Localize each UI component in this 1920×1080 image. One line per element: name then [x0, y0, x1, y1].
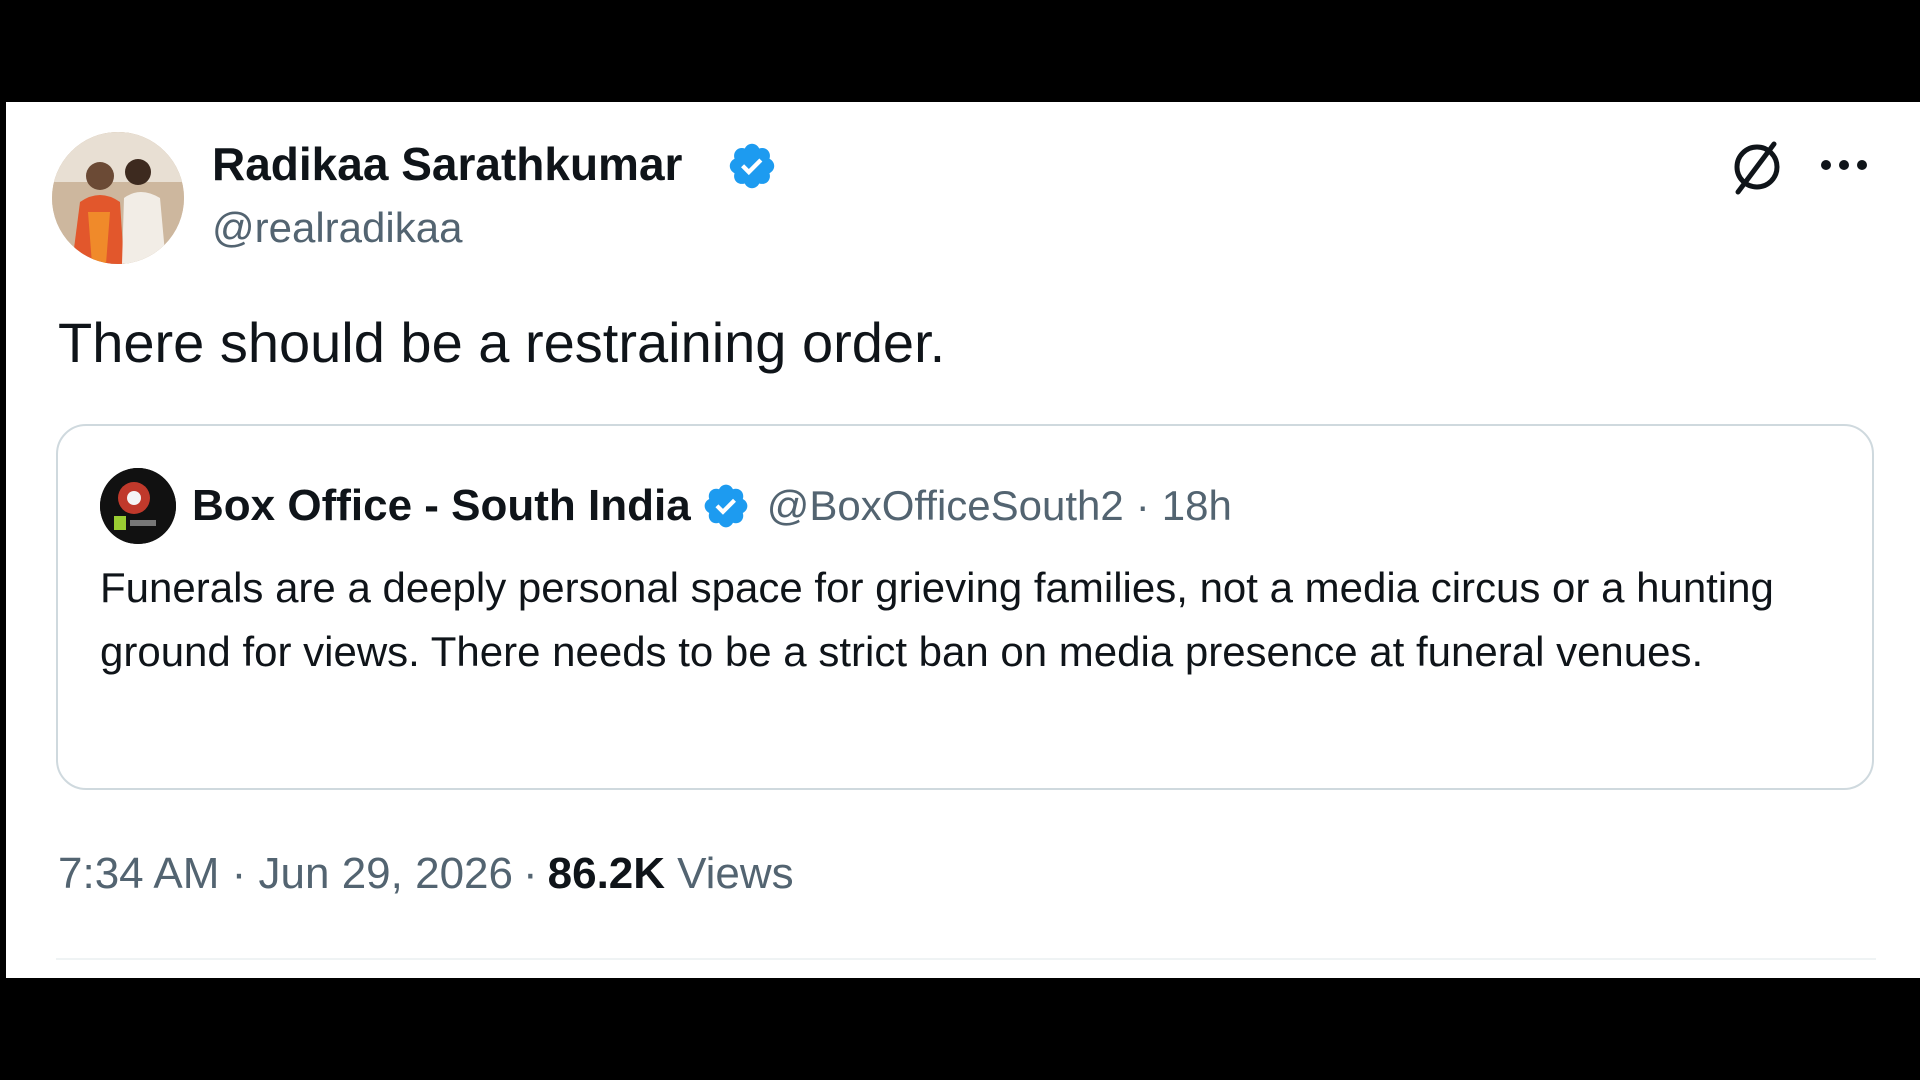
- grok-icon[interactable]: [1726, 136, 1788, 198]
- quoted-tweet-time[interactable]: 18h: [1162, 482, 1232, 530]
- tweet-meta: 7:34 AM · Jun 29, 2026 · 86.2K Views: [58, 844, 794, 904]
- quoted-author-name[interactable]: Box Office - South India: [192, 481, 691, 531]
- quoted-tweet-text: Funerals are a deeply personal space for…: [100, 564, 1774, 675]
- divider: [56, 958, 1876, 960]
- separator-dot: ·: [1135, 482, 1150, 529]
- tweet-text: There should be a restraining order.: [58, 311, 946, 374]
- author-avatar[interactable]: [52, 132, 184, 264]
- avatar-photo: [52, 132, 184, 264]
- verified-badge-icon: [729, 143, 775, 189]
- tweet-timestamp[interactable]: 7:34 AM · Jun 29, 2026: [58, 849, 513, 899]
- quoted-avatar-logo: [100, 468, 176, 544]
- author-name[interactable]: Radikaa Sarathkumar: [212, 136, 682, 192]
- quoted-author-avatar[interactable]: [100, 468, 176, 544]
- author-handle[interactable]: @realradikaa: [212, 202, 462, 254]
- verified-badge-icon: [704, 484, 748, 528]
- views-count: 86.2K: [547, 849, 666, 898]
- views-label: Views: [677, 849, 794, 898]
- letterbox-bottom: [0, 978, 1920, 1080]
- more-options-icon[interactable]: [1818, 150, 1870, 180]
- letterbox-top: [0, 0, 1920, 102]
- quoted-tweet-header: Box Office - South India @BoxOfficeSouth…: [192, 476, 1232, 536]
- separator-dot: ·: [522, 849, 538, 898]
- quoted-author-handle[interactable]: @BoxOfficeSouth2: [767, 482, 1124, 530]
